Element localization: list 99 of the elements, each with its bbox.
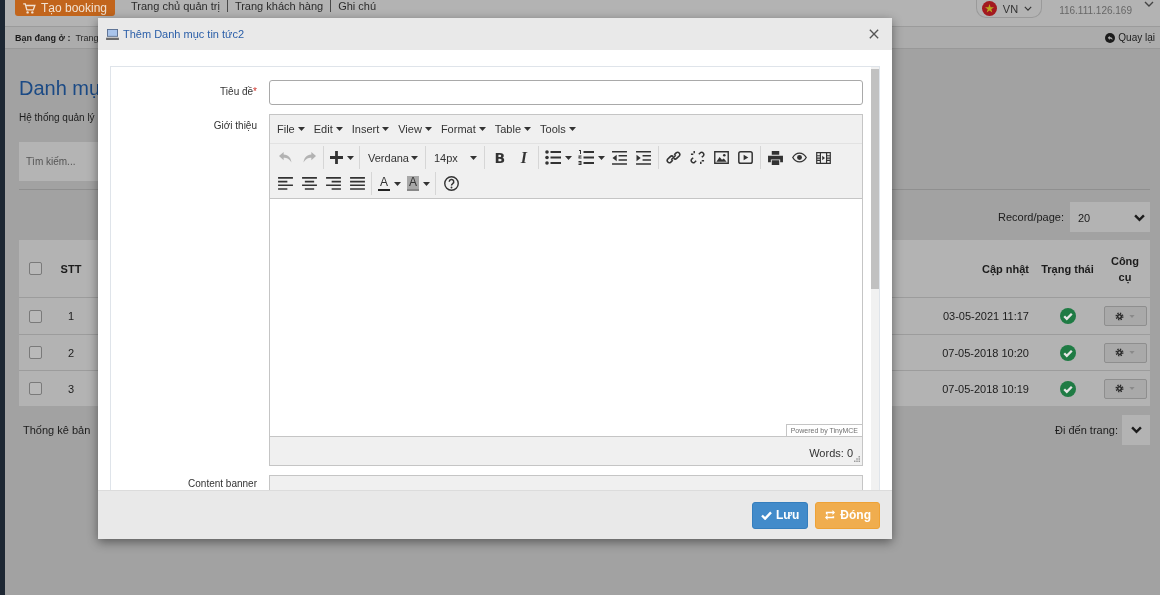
save-button[interactable]: Lưu xyxy=(752,501,809,529)
page-select[interactable] xyxy=(1122,415,1150,445)
caret-icon xyxy=(335,127,343,131)
date-cell-text: 07-05-2018 10:20 xyxy=(941,346,1030,359)
film-icon xyxy=(816,151,832,164)
word-count: Words: 0 xyxy=(809,446,853,459)
chevron-down-icon xyxy=(1134,214,1145,222)
caret-icon xyxy=(424,127,432,131)
menu-button[interactable]: Edit xyxy=(309,118,347,140)
gear-icon xyxy=(1115,311,1124,321)
row-number: 2 xyxy=(66,346,76,359)
italic-button[interactable]: I xyxy=(512,146,535,169)
tools-dropdown-button[interactable] xyxy=(1103,342,1147,363)
tools-dropdown-button[interactable] xyxy=(1103,306,1147,326)
record-summary: Thống kê bản xyxy=(23,424,91,436)
back-link[interactable]: Quay lại xyxy=(1105,32,1155,43)
check-icon xyxy=(761,510,772,520)
menu-button[interactable]: File xyxy=(273,118,309,140)
nav-link[interactable]: Trang chủ quản trị xyxy=(131,0,227,12)
resize-grip-icon[interactable] xyxy=(854,456,860,462)
row-number: 1 xyxy=(66,310,76,322)
row-number: 3 xyxy=(66,382,76,395)
background-color-button[interactable]: A xyxy=(405,172,433,195)
field-label: Tiêu đề* xyxy=(219,85,257,99)
align-center-icon xyxy=(301,177,317,190)
caret-icon xyxy=(524,127,531,131)
undo-icon xyxy=(277,151,293,164)
caret-icon xyxy=(411,155,418,160)
chevron-down-icon xyxy=(1024,6,1033,11)
scrollbar-thumb[interactable] xyxy=(871,69,879,289)
caret-icon xyxy=(347,155,354,160)
language-switcher[interactable]: VN xyxy=(975,0,1043,18)
menu-button[interactable]: Format xyxy=(436,118,490,140)
nav-link[interactable]: Ghi chú xyxy=(330,0,384,12)
ip-address: 116.111.126.169 xyxy=(1059,5,1132,16)
font-family-select[interactable]: Verdana xyxy=(364,146,422,169)
breadcrumb-label: Bạn đang ở : xyxy=(15,32,71,43)
checkbox[interactable] xyxy=(29,309,42,323)
font-size-select[interactable]: 14px xyxy=(430,146,481,169)
cart-icon xyxy=(22,2,36,14)
eye-icon xyxy=(792,152,808,163)
menu-button[interactable]: Tools xyxy=(536,118,580,140)
link-icon xyxy=(666,150,682,165)
checkbox[interactable] xyxy=(29,346,42,359)
column-header: STT xyxy=(59,261,83,277)
text-color-button[interactable]: A xyxy=(376,172,403,195)
checkbox[interactable] xyxy=(29,382,42,395)
chevron-down-icon[interactable] xyxy=(1144,1,1154,7)
menu-button[interactable]: Insert xyxy=(347,118,394,140)
breadcrumb-link[interactable]: Trang xyxy=(75,32,99,43)
caret-icon xyxy=(478,127,486,131)
per-page-label: Record/page: xyxy=(997,211,1064,223)
close-icon xyxy=(869,29,879,39)
indent-icon xyxy=(636,150,652,165)
per-page-select[interactable]: 20 xyxy=(1070,202,1150,232)
menu-button[interactable]: View xyxy=(394,118,436,140)
repeat-icon xyxy=(824,510,837,520)
caret-icon xyxy=(564,155,572,160)
caret-icon xyxy=(382,127,390,131)
goto-page-label: Đi đến trang: xyxy=(1055,424,1118,436)
column-header: Cập nhật xyxy=(980,261,1030,277)
broken-link-icon xyxy=(690,150,706,165)
tools-dropdown-button[interactable] xyxy=(1103,378,1147,399)
bullet-list-icon xyxy=(544,150,561,165)
image-icon xyxy=(714,151,730,164)
monitor-icon xyxy=(106,28,119,40)
page-subtitle: Hệ thống quản lý xyxy=(19,112,95,124)
date-cell-text: 07-05-2018 10:19 xyxy=(941,382,1030,395)
help-icon xyxy=(443,176,459,191)
menu-button[interactable]: Table xyxy=(490,118,535,140)
plus-icon xyxy=(330,151,343,164)
caret-icon xyxy=(423,181,431,186)
gear-icon xyxy=(1115,348,1124,357)
title-input[interactable] xyxy=(269,80,863,105)
field-label: Content banner xyxy=(187,477,257,490)
gear-icon xyxy=(1115,384,1124,393)
nav-link[interactable]: Trang khách hàng xyxy=(226,0,331,12)
column-header: Công cụ xyxy=(1109,253,1141,285)
caret-icon xyxy=(568,127,576,131)
back-arrow-icon xyxy=(1105,32,1116,43)
caret-icon xyxy=(597,155,605,160)
play-icon xyxy=(738,151,754,164)
align-right-icon xyxy=(325,177,341,190)
date-cell-text: 03-05-2021 11:17 xyxy=(941,310,1030,322)
outdent-icon xyxy=(612,150,628,165)
modal-title: Thêm Danh mục tin tức2 xyxy=(123,28,245,40)
redo-icon xyxy=(301,151,317,164)
column-header: Trạng thái xyxy=(1040,261,1095,277)
chevron-down-icon xyxy=(1130,426,1142,434)
align-left-icon xyxy=(277,177,293,190)
flag-icon xyxy=(981,1,997,16)
field-label: Giới thiệu xyxy=(212,119,257,133)
caret-icon xyxy=(469,155,477,160)
printer-icon xyxy=(768,150,784,165)
bold-button[interactable]: B xyxy=(488,146,511,169)
numbered-list-icon xyxy=(577,150,594,165)
checkbox[interactable] xyxy=(29,262,42,275)
align-justify-icon xyxy=(349,177,365,190)
caret-icon xyxy=(297,127,305,131)
